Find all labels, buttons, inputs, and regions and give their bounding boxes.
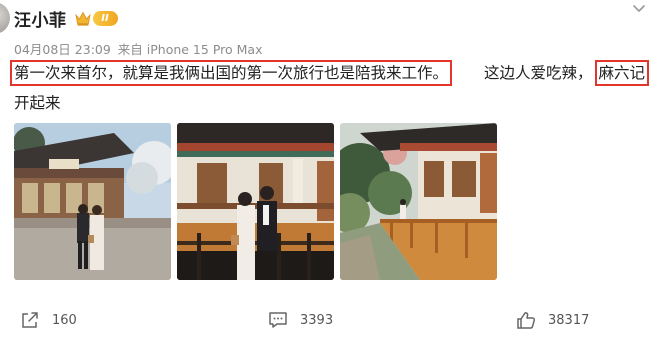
more-icon[interactable]: [632, 4, 646, 14]
highlighted-brand: 麻六记: [594, 60, 650, 86]
post-text-segment: 这边人爱吃辣，: [484, 64, 593, 82]
repost-count: 160: [52, 312, 77, 328]
post-date[interactable]: 04月08日 23:09: [14, 42, 111, 57]
photo-thumbnail-2[interactable]: [177, 123, 334, 280]
crown-icon: [74, 11, 91, 26]
repost-button[interactable]: 160: [20, 311, 77, 329]
vip-level: II: [92, 11, 118, 26]
post-meta: 04月08日 23:09 来自 iPhone 15 Pro Max: [14, 39, 265, 58]
post-header: 汪小菲 II: [14, 6, 118, 31]
like-icon: [517, 312, 536, 329]
post-source: 来自 iPhone 15 Pro Max: [117, 42, 263, 57]
post-text-continued: 开起来: [14, 94, 61, 112]
photo-thumbnail-3[interactable]: [340, 123, 497, 280]
author-name[interactable]: 汪小菲: [14, 6, 67, 31]
post-body: 第一次来首尔，就算是我俩出国的第一次旅行也是陪我来工作。 这边人爱吃辣， 麻六记…: [10, 58, 650, 118]
photo-thumbnail-1[interactable]: [14, 123, 171, 280]
photo-grid: [14, 123, 497, 280]
vip-badge[interactable]: II: [74, 10, 118, 27]
action-bar: 160 3393 38317: [0, 311, 660, 331]
like-count: 38317: [548, 313, 590, 328]
comment-button[interactable]: 3393: [268, 311, 333, 329]
highlighted-sentence: 第一次来首尔，就算是我俩出国的第一次旅行也是陪我来工作。: [10, 60, 453, 86]
comment-icon: [269, 312, 287, 328]
repost-icon: [22, 312, 38, 328]
like-button[interactable]: 38317: [516, 311, 589, 330]
comment-count: 3393: [300, 312, 334, 328]
avatar[interactable]: [0, 2, 10, 34]
